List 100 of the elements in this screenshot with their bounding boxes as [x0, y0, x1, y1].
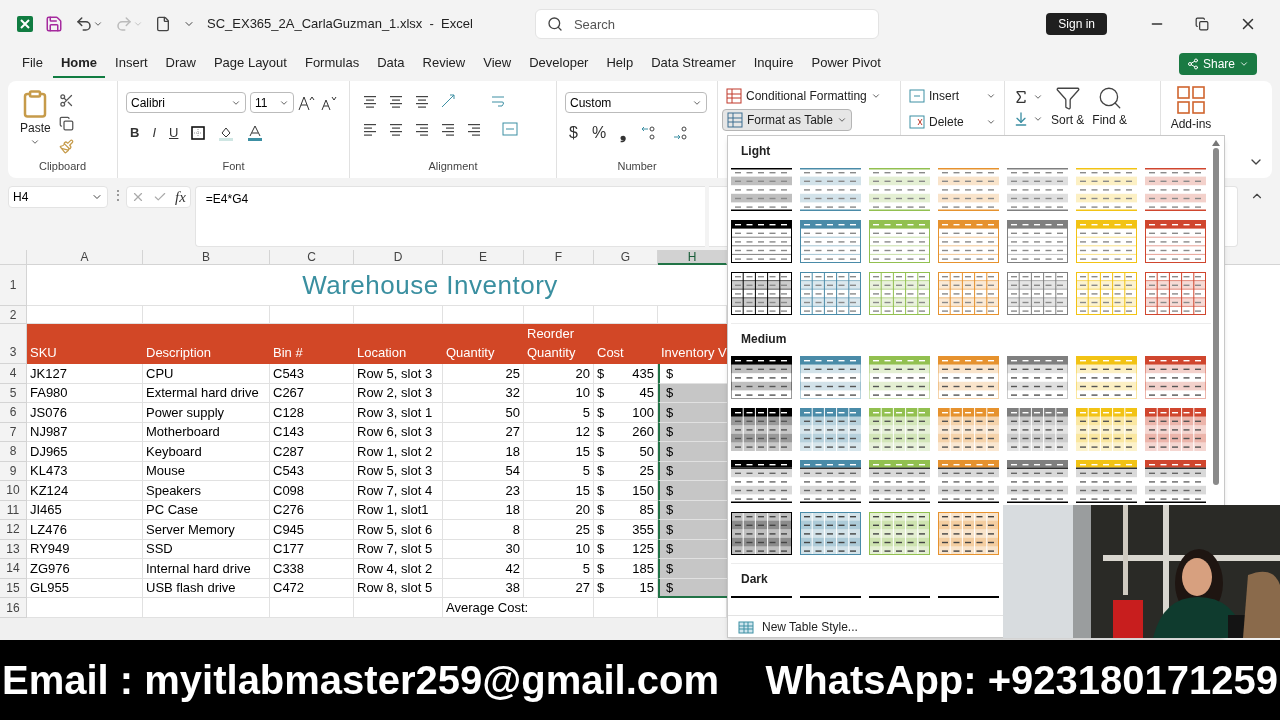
table-style-swatch[interactable]	[1007, 272, 1068, 315]
caret-icon[interactable]	[986, 117, 996, 127]
column-header[interactable]: E	[443, 250, 524, 265]
middle-align-icon[interactable]	[388, 93, 404, 109]
copy-icon[interactable]	[58, 116, 74, 131]
ribbon-tab[interactable]: File	[14, 50, 51, 78]
table-cell[interactable]: $	[658, 500, 727, 520]
underline-button[interactable]: U	[169, 123, 179, 143]
ribbon-tab[interactable]: Inquire	[745, 50, 802, 78]
column-header[interactable]: C	[270, 250, 354, 265]
table-style-swatch[interactable]	[869, 168, 930, 211]
table-cell[interactable]: $	[658, 461, 727, 481]
column-header[interactable]: A	[27, 250, 143, 265]
table-style-swatch[interactable]	[1145, 272, 1206, 315]
top-align-icon[interactable]	[362, 93, 378, 109]
sign-in-button[interactable]: Sign in	[1046, 13, 1107, 35]
undo-icon[interactable]	[75, 15, 93, 33]
table-style-swatch[interactable]	[1076, 408, 1137, 451]
column-header[interactable]: H	[658, 250, 727, 265]
table-style-swatch[interactable]	[731, 272, 792, 315]
delete-cells-button[interactable]: Delete	[909, 111, 996, 133]
caret-icon[interactable]	[1239, 59, 1249, 69]
increase-indent-icon[interactable]	[466, 121, 482, 137]
table-style-swatch[interactable]	[1007, 460, 1068, 503]
table-style-swatch[interactable]	[731, 512, 792, 555]
find-select-button[interactable]: Find &	[1092, 85, 1128, 139]
table-cell[interactable]: $	[658, 442, 727, 462]
table-cell[interactable]: $	[658, 520, 727, 540]
autosum-icon[interactable]	[1013, 89, 1029, 105]
name-box[interactable]: H4	[8, 186, 108, 208]
table-style-swatch[interactable]	[731, 460, 792, 503]
table-style-swatch[interactable]	[869, 512, 930, 555]
table-style-swatch[interactable]	[938, 220, 999, 263]
save-icon[interactable]	[45, 15, 63, 33]
format-as-table-button[interactable]: Format as Table	[722, 109, 852, 131]
ribbon-tab[interactable]: Review	[414, 50, 474, 78]
caret-icon[interactable]	[1033, 92, 1043, 102]
ribbon-tab[interactable]: View	[475, 50, 520, 78]
align-center-icon[interactable]	[388, 121, 404, 137]
table-style-swatch[interactable]	[1145, 460, 1206, 503]
table-style-swatch[interactable]	[869, 460, 930, 503]
decrease-indent-icon[interactable]	[440, 121, 456, 137]
borders-icon[interactable]	[191, 125, 206, 140]
table-style-swatch[interactable]	[731, 168, 792, 211]
format-painter-icon[interactable]	[58, 139, 74, 154]
table-style-swatch[interactable]	[1076, 460, 1137, 503]
table-style-swatch[interactable]	[800, 220, 861, 263]
table-style-swatch[interactable]	[938, 460, 999, 503]
insert-function-button[interactable]: fx	[175, 185, 186, 209]
table-style-swatch[interactable]	[1145, 220, 1206, 263]
font-size-field[interactable]: 11	[250, 92, 294, 113]
table-style-swatch[interactable]	[800, 408, 861, 451]
table-style-swatch[interactable]	[938, 512, 999, 555]
grow-font-icon[interactable]	[298, 94, 316, 111]
ribbon-tab[interactable]: Formulas	[296, 50, 368, 78]
font-name-field[interactable]: Calibri	[126, 92, 246, 113]
table-cell[interactable]: $	[658, 539, 727, 559]
percent-button[interactable]: %	[591, 121, 607, 145]
table-style-swatch[interactable]	[800, 460, 861, 503]
add-ins-button[interactable]: Add-ins	[1161, 81, 1221, 135]
table-style-swatch[interactable]	[1007, 168, 1068, 211]
align-left-icon[interactable]	[362, 121, 378, 137]
table-style-swatch[interactable]	[938, 408, 999, 451]
table-style-swatch[interactable]	[1007, 220, 1068, 263]
ribbon-tab[interactable]: Insert	[107, 50, 156, 78]
shrink-font-icon[interactable]	[320, 94, 338, 111]
table-style-swatch[interactable]	[938, 272, 999, 315]
table-style-swatch[interactable]	[800, 168, 861, 211]
search-field[interactable]: Search	[534, 9, 879, 39]
comma-button[interactable]: ❟	[620, 121, 627, 145]
align-right-icon[interactable]	[414, 121, 430, 137]
column-header[interactable]: F	[524, 250, 594, 265]
caret-icon[interactable]	[870, 91, 881, 101]
bottom-align-icon[interactable]	[414, 93, 430, 109]
ribbon-tab[interactable]: Draw	[157, 50, 204, 78]
table-style-swatch[interactable]	[731, 408, 792, 451]
table-cell[interactable]: $	[658, 422, 727, 442]
ribbon-tab[interactable]: Page Layout	[205, 50, 295, 78]
table-cell[interactable]: $	[658, 578, 727, 598]
ribbon-tab[interactable]: Power Pivot	[803, 50, 889, 78]
caret-icon[interactable]	[93, 19, 103, 29]
column-header[interactable]: B	[143, 250, 270, 265]
number-format-field[interactable]: Custom	[565, 92, 707, 113]
table-cell[interactable]: $	[658, 364, 727, 384]
table-style-swatch[interactable]	[869, 408, 930, 451]
share-button[interactable]: Share	[1178, 53, 1257, 75]
table-style-swatch[interactable]	[1076, 168, 1137, 211]
table-style-swatch[interactable]	[1145, 168, 1206, 211]
scroll-thumb[interactable]	[1213, 148, 1219, 485]
new-table-style-button[interactable]: New Table Style...	[762, 617, 858, 636]
column-header[interactable]: D	[354, 250, 443, 265]
table-cell[interactable]: $	[658, 383, 727, 403]
cancel-icon[interactable]	[131, 190, 145, 204]
ribbon-tab[interactable]: Home	[52, 50, 106, 78]
more-options-button[interactable]: ⋮	[112, 186, 122, 204]
ribbon-tab[interactable]: Data	[369, 50, 413, 78]
ribbon-tab[interactable]: Data Streamer	[643, 50, 744, 78]
ribbon-tab[interactable]: Help	[598, 50, 642, 78]
table-cell[interactable]: $	[658, 559, 727, 579]
fill-icon[interactable]	[1013, 111, 1029, 127]
